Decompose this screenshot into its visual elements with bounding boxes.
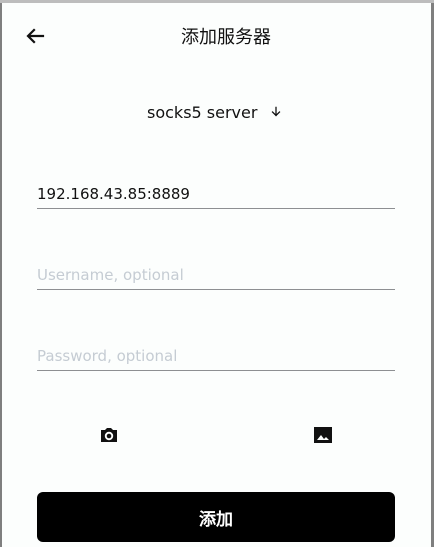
password-input[interactable] bbox=[37, 342, 395, 370]
image-icon bbox=[314, 427, 332, 443]
page-title: 添加服务器 bbox=[181, 27, 271, 48]
camera-icon bbox=[101, 428, 117, 442]
server-address-field bbox=[37, 180, 395, 209]
add-server-button-label: 添加 bbox=[199, 509, 233, 530]
image-button[interactable] bbox=[310, 422, 336, 448]
arrow-down-icon bbox=[272, 106, 281, 117]
server-address-input[interactable] bbox=[37, 180, 395, 208]
password-field bbox=[37, 342, 395, 371]
camera-button[interactable] bbox=[96, 422, 122, 448]
server-type-selector[interactable]: socks5 server bbox=[147, 99, 283, 125]
server-type-label: socks5 server bbox=[147, 102, 258, 122]
app-screen: 添加服务器 socks5 server 添加 bbox=[2, 3, 431, 547]
username-input[interactable] bbox=[37, 261, 395, 289]
username-field bbox=[37, 261, 395, 290]
add-server-button[interactable]: 添加 bbox=[37, 492, 395, 542]
